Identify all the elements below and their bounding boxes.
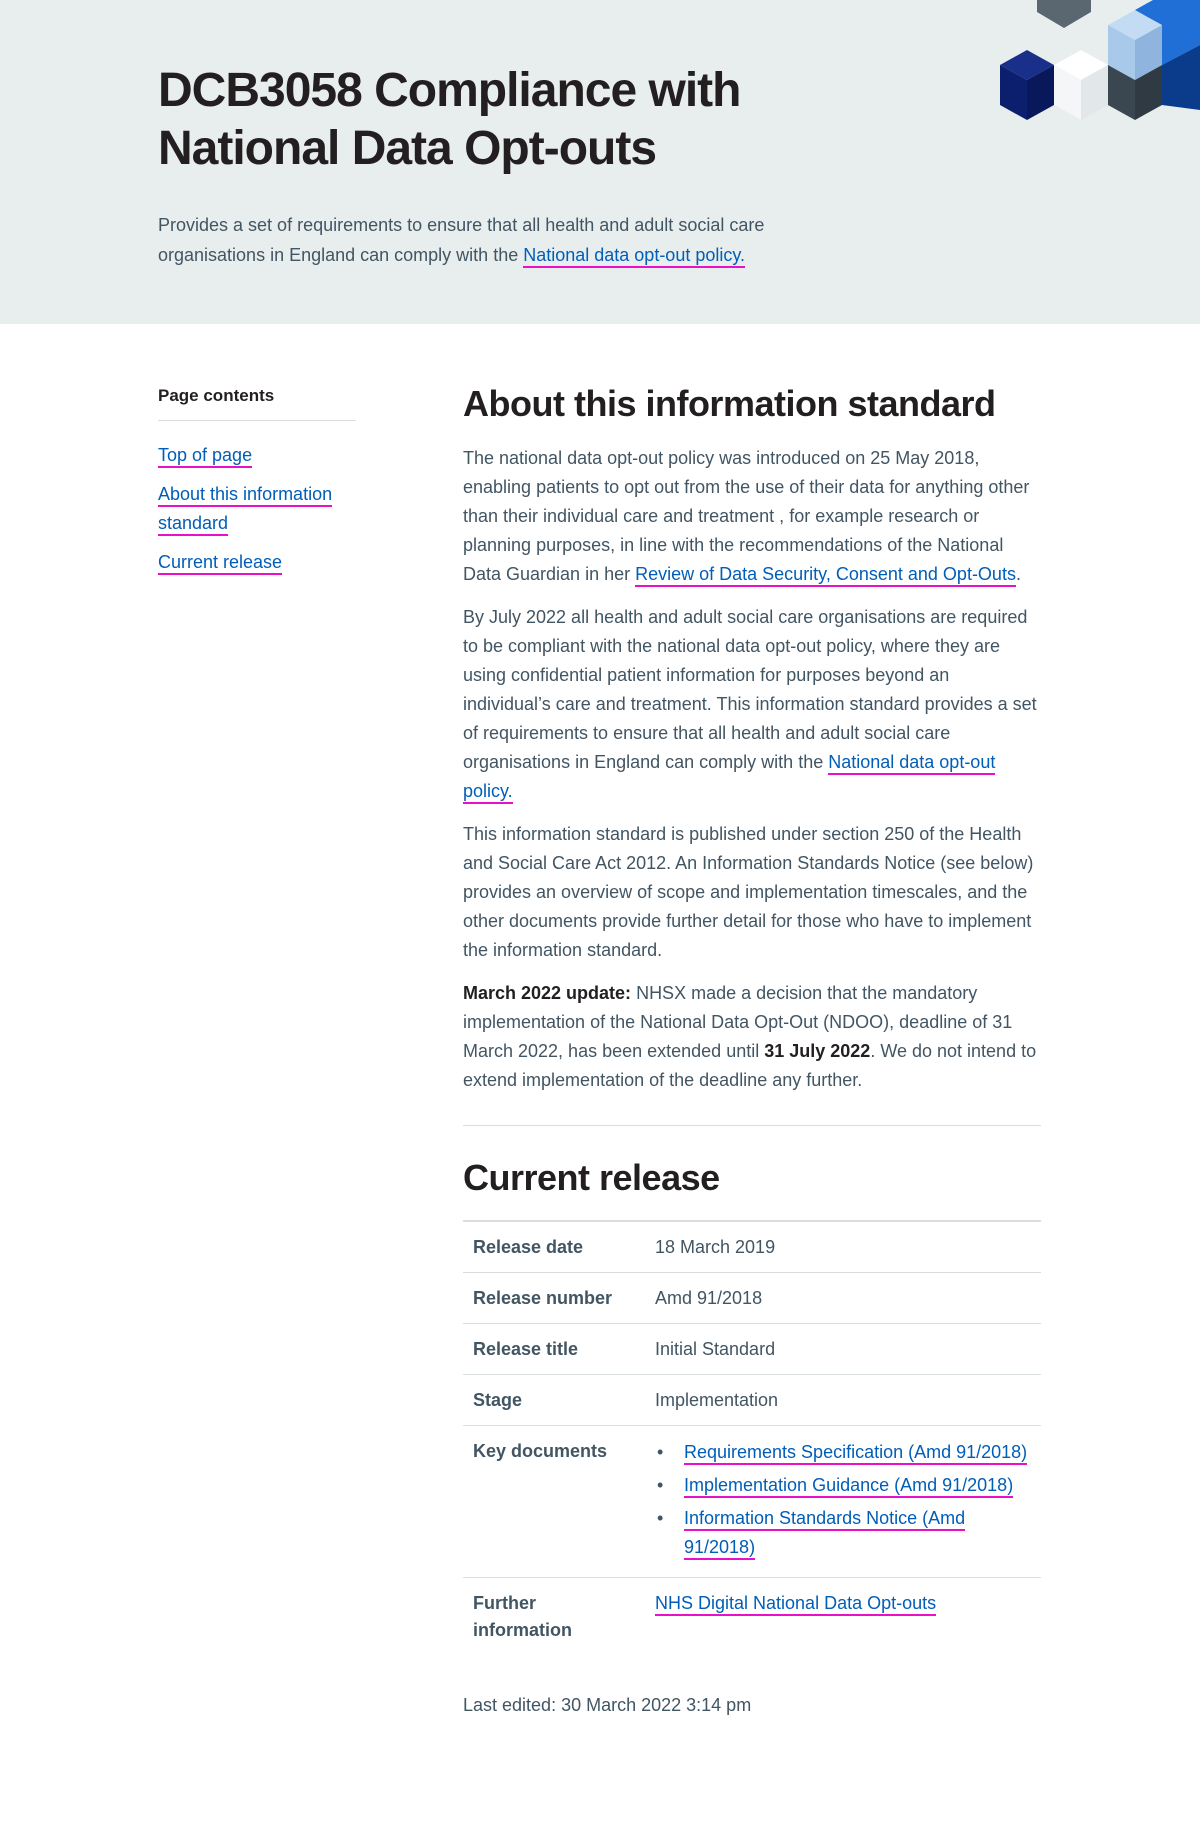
page-contents-nav: Page contents Top of page About this inf… [158, 384, 356, 587]
update-label: March 2022 update: [463, 983, 632, 1003]
about-heading: About this information standard [463, 383, 996, 424]
information-standards-notice-link[interactable]: Information Standards Notice (Amd 91/201… [684, 1508, 966, 1560]
release-number-value: Amd 91/2018 [645, 1272, 1041, 1324]
list-item: Requirements Specification (Amd 91/2018) [655, 1438, 1031, 1467]
release-title-label: Release title [463, 1323, 645, 1375]
about-paragraph-2: By July 2022 all health and adult social… [463, 603, 1041, 806]
page-title-line2: National Data Opt-outs [158, 122, 657, 175]
table-row: Key documents Requirements Specification… [463, 1425, 1041, 1578]
further-information-label: Further information [473, 1593, 572, 1640]
decorative-cubes-graphic [1000, 0, 1200, 120]
implementation-guidance-link[interactable]: Implementation Guidance (Amd 91/2018) [684, 1475, 1014, 1498]
table-row: Stage Implementation [463, 1374, 1041, 1426]
main-content: About this information standard The nati… [463, 382, 1041, 1719]
about-p1-end: . [1015, 564, 1021, 584]
page-contents-list: Top of page About this information stand… [158, 441, 356, 577]
table-row: Release title Initial Standard [463, 1323, 1041, 1375]
page-contents-item-about: About this information standard [158, 480, 356, 538]
release-date-label: Release date [463, 1221, 645, 1273]
current-release-heading: Current release [463, 1157, 720, 1198]
about-paragraph-1: The national data opt-out policy was int… [463, 444, 1041, 589]
about-paragraph-4: March 2022 update: NHSX made a decision … [463, 979, 1041, 1095]
stage-label: Stage [463, 1374, 645, 1426]
about-paragraph-3: This information standard is published u… [463, 824, 1034, 960]
table-row: Further information NHS Digital National… [463, 1578, 1041, 1656]
about-standard-link[interactable]: About this information standard [158, 484, 333, 536]
page-summary: Provides a set of requirements to ensure… [158, 210, 818, 270]
page-contents-item-release: Current release [158, 548, 356, 577]
list-item: Implementation Guidance (Amd 91/2018) [655, 1471, 1031, 1500]
further-information-cell: NHS Digital National Data Opt-outs [645, 1578, 1041, 1656]
release-table: Release date 18 March 2019 Release numbe… [463, 1220, 1041, 1655]
current-release-link[interactable]: Current release [158, 552, 283, 575]
page-contents-item-top: Top of page [158, 441, 356, 470]
page-title: DCB3058 Compliance with National Data Op… [158, 62, 818, 178]
header-content: DCB3058 Compliance with National Data Op… [158, 62, 818, 270]
key-documents-list: Requirements Specification (Amd 91/2018)… [655, 1438, 1031, 1562]
release-date-value: 18 March 2019 [645, 1221, 1041, 1273]
last-edited: Last edited: 30 March 2022 3:14 pm [463, 1695, 752, 1715]
list-item: Information Standards Notice (Amd 91/201… [655, 1504, 1031, 1562]
key-documents-cell: Requirements Specification (Amd 91/2018)… [645, 1425, 1041, 1578]
section-divider [463, 1125, 1041, 1126]
release-title-value: Initial Standard [645, 1323, 1041, 1375]
national-opt-out-policy-link[interactable]: National data opt-out policy. [523, 245, 746, 268]
table-row: Release date 18 March 2019 [463, 1221, 1041, 1273]
requirements-specification-link[interactable]: Requirements Specification (Amd 91/2018) [684, 1442, 1028, 1465]
table-row: Release number Amd 91/2018 [463, 1272, 1041, 1324]
page-title-line1: DCB3058 Compliance with [158, 64, 741, 117]
page-contents-title: Page contents [158, 384, 356, 421]
review-data-security-link[interactable]: Review of Data Security, Consent and Opt… [635, 564, 1016, 587]
stage-value: Implementation [645, 1374, 1041, 1426]
key-documents-label: Key documents [463, 1425, 645, 1578]
about-p2-text: By July 2022 all health and adult social… [463, 607, 1037, 772]
page-header: DCB3058 Compliance with National Data Op… [0, 0, 1200, 324]
top-of-page-link[interactable]: Top of page [158, 445, 253, 468]
release-number-label: Release number [463, 1272, 645, 1324]
deadline-date: 31 July 2022 [764, 1041, 871, 1061]
nhs-digital-opt-outs-link[interactable]: NHS Digital National Data Opt-outs [655, 1593, 937, 1616]
